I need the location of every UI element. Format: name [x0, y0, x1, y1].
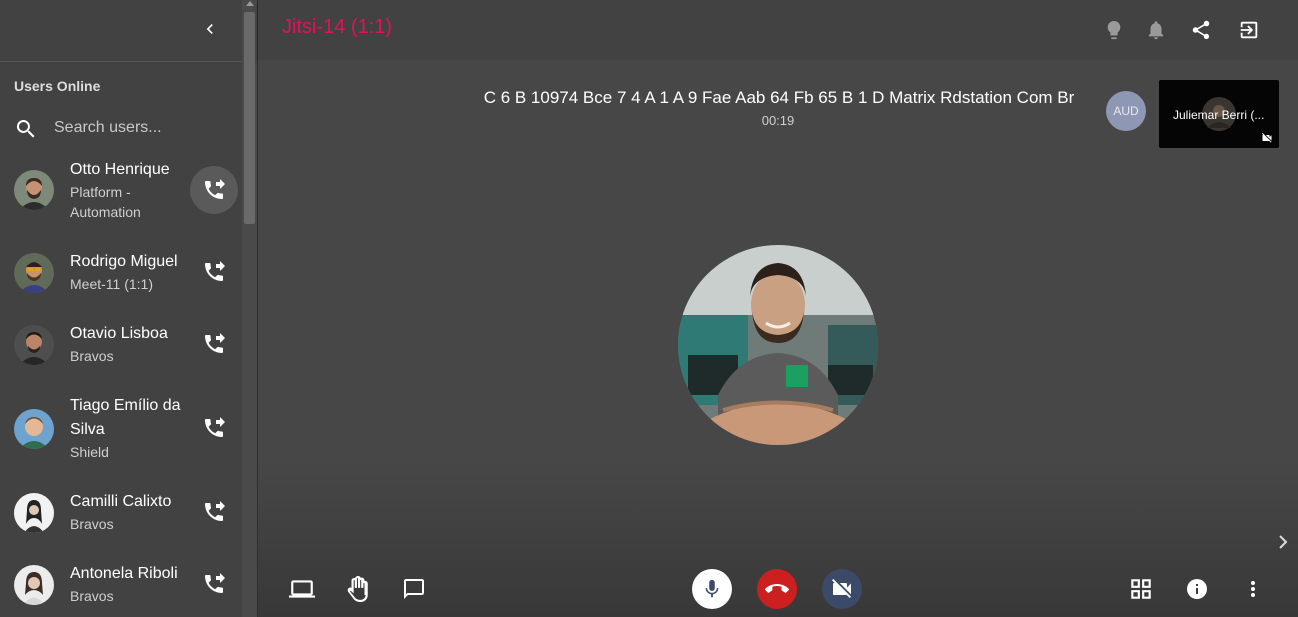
scroll-up-arrow-icon[interactable] [246, 1, 254, 6]
call-user-button[interactable] [190, 404, 238, 452]
top-bar: Jitsi-14 (1:1) [258, 0, 1298, 60]
video-stage: C 6 B 10974 Bce 7 4 A 1 A 9 Fae Aab 64 F… [258, 60, 1298, 617]
more-options-button[interactable] [1233, 569, 1273, 609]
camera-off-small-icon [1262, 133, 1272, 143]
info-icon [1187, 579, 1207, 599]
screen-share-icon [289, 580, 315, 598]
avatar [14, 253, 54, 293]
avatar [14, 325, 54, 365]
local-video-thumbnail[interactable]: Juliemar Berri (... [1159, 80, 1279, 148]
user-status: Platform - Automation [70, 184, 141, 220]
audio-participant-badge[interactable]: AUD [1106, 91, 1146, 131]
phone-forward-icon [205, 573, 225, 593]
scroll-thumb[interactable] [244, 12, 255, 224]
call-user-button[interactable] [190, 166, 238, 214]
user-status: Meet-11 (1:1) [70, 276, 153, 292]
info-button[interactable] [1177, 569, 1217, 609]
raise-hand-icon [347, 576, 368, 602]
toggle-filmstrip-button[interactable] [1276, 532, 1292, 552]
user-name: Otavio Lisboa [70, 325, 168, 342]
user-item[interactable]: Rodrigo Miguel Meet-11 (1:1) [0, 250, 242, 310]
users-sidebar: Users Online Otto Henrique Platform - Au… [0, 0, 242, 617]
user-item[interactable]: Otto Henrique Platform - Automation [0, 158, 242, 230]
grid-view-button[interactable] [1121, 569, 1161, 609]
more-vertical-icon [1251, 581, 1255, 597]
leave-button[interactable] [1235, 16, 1263, 44]
call-user-button[interactable] [190, 488, 238, 536]
phone-forward-icon [205, 417, 225, 437]
user-status: Bravos [70, 348, 114, 364]
search-icon [16, 120, 35, 138]
microphone-button[interactable] [692, 569, 732, 609]
user-search [0, 108, 242, 148]
user-name: Rodrigo Miguel [70, 253, 178, 270]
avatar [14, 170, 54, 210]
call-user-button[interactable] [190, 320, 238, 368]
phone-forward-icon [205, 501, 225, 521]
bell-icon [1148, 21, 1164, 40]
screen-share-button[interactable] [282, 569, 322, 609]
user-status: Bravos [70, 516, 114, 532]
hangup-icon [765, 584, 789, 593]
exit-icon [1240, 21, 1258, 39]
call-user-button[interactable] [190, 248, 238, 296]
call-user-button[interactable] [190, 560, 238, 608]
share-button[interactable] [1187, 16, 1215, 44]
phone-forward-icon [205, 333, 225, 353]
raise-hand-button[interactable] [338, 569, 378, 609]
chevron-right-icon [1279, 535, 1288, 549]
avatar [14, 493, 54, 533]
lightbulb-icon [1107, 20, 1121, 40]
sidebar-header [0, 0, 242, 62]
user-status: Bravos [70, 588, 114, 604]
user-name: Tiago Emílio da Silva [70, 397, 181, 438]
users-online-heading: Users Online [14, 78, 101, 94]
user-status: Shield [70, 444, 109, 460]
avatar [14, 409, 54, 449]
sidebar-scrollbar[interactable] [242, 0, 257, 617]
participant-avatar [678, 245, 878, 445]
user-name: Antonela Riboli [70, 565, 178, 582]
user-item[interactable]: Camilli Calixto Bravos [0, 490, 242, 550]
share-icon [1192, 20, 1210, 40]
user-item[interactable]: Antonela Riboli Bravos [0, 562, 242, 617]
camera-toggle-button[interactable] [822, 569, 862, 609]
user-name: Camilli Calixto [70, 493, 172, 510]
chat-icon [404, 579, 424, 599]
phone-forward-icon [205, 261, 225, 281]
hangup-button[interactable] [757, 569, 797, 609]
notifications-button[interactable] [1142, 16, 1170, 44]
chat-button[interactable] [394, 569, 434, 609]
search-input[interactable] [54, 116, 224, 140]
grid-view-icon [1131, 579, 1151, 599]
lightbulb-button[interactable] [1100, 16, 1128, 44]
avatar [14, 565, 54, 605]
chevron-left-icon [206, 24, 213, 34]
user-item[interactable]: Otavio Lisboa Bravos [0, 322, 242, 382]
collapse-sidebar-button[interactable] [196, 15, 224, 43]
room-title: Jitsi-14 (1:1) [282, 16, 393, 38]
microphone-icon [705, 579, 719, 598]
jitsi-app: Users Online Otto Henrique Platform - Au… [0, 0, 1298, 617]
thumbnail-participant-name: Juliemar Berri (... [1173, 108, 1265, 122]
phone-forward-icon [205, 179, 225, 199]
user-name: Otto Henrique [70, 161, 170, 178]
camera-off-icon [832, 579, 851, 598]
user-item[interactable]: Tiago Emílio da Silva Shield [0, 394, 242, 466]
